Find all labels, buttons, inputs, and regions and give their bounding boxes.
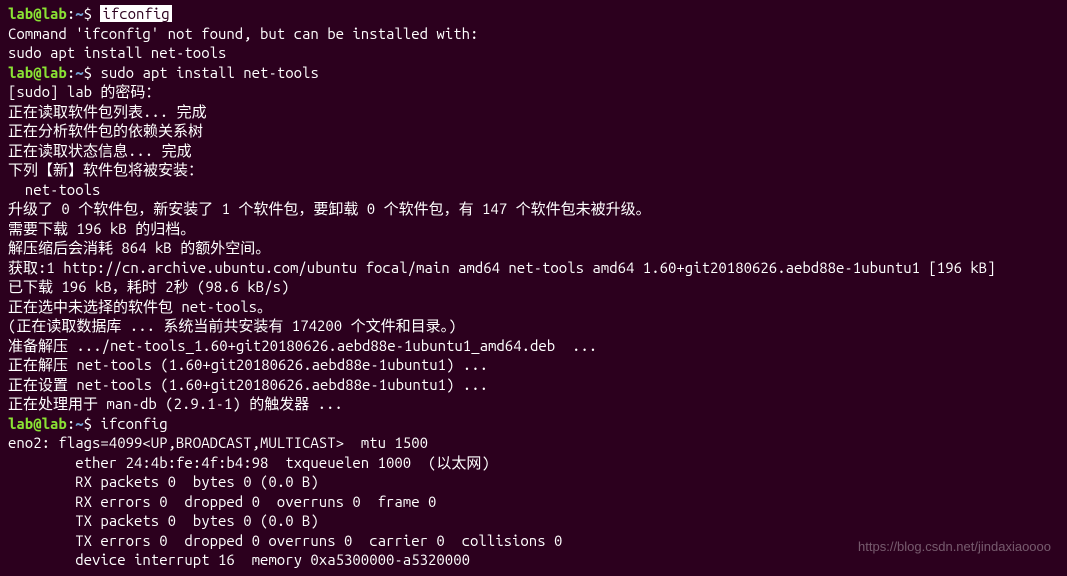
- prompt-dollar: $: [84, 64, 101, 81]
- output-line: 正在选中未选择的软件包 net-tools。: [8, 297, 1059, 317]
- output-line: 正在处理用于 man-db (2.9.1-1) 的触发器 ...: [8, 394, 1059, 414]
- output-line: 获取:1 http://cn.archive.ubuntu.com/ubuntu…: [8, 258, 1059, 278]
- prompt-path: ~: [75, 415, 83, 432]
- ifconfig-line: RX packets 0 bytes 0 (0.0 B): [8, 472, 1059, 492]
- output-line: 正在读取状态信息... 完成: [8, 141, 1059, 161]
- prompt-line-2: lab@lab:~$ sudo apt install net-tools: [8, 63, 1059, 83]
- prompt-sep: :: [67, 64, 75, 81]
- prompt-path: ~: [75, 64, 83, 81]
- prompt-user: lab@lab: [8, 5, 67, 22]
- output-line: 准备解压 .../net-tools_1.60+git20180626.aebd…: [8, 336, 1059, 356]
- prompt-dollar: $: [84, 415, 101, 432]
- ifconfig-line: eno2: flags=4099<UP,BROADCAST,MULTICAST>…: [8, 433, 1059, 453]
- output-line: 正在读取软件包列表... 完成: [8, 102, 1059, 122]
- output-line: 升级了 0 个软件包，新安装了 1 个软件包，要卸载 0 个软件包，有 147 …: [8, 199, 1059, 219]
- ifconfig-line: TX packets 0 bytes 0 (0.0 B): [8, 511, 1059, 531]
- output-line: 正在解压 net-tools (1.60+git20180626.aebd88e…: [8, 355, 1059, 375]
- output-line: [sudo] lab 的密码：: [8, 82, 1059, 102]
- output-line: 正在设置 net-tools (1.60+git20180626.aebd88e…: [8, 375, 1059, 395]
- watermark-text: https://blog.csdn.net/jindaxiaoooo: [858, 539, 1051, 556]
- output-line: 需要下载 196 kB 的归档。: [8, 219, 1059, 239]
- ifconfig-line: ether 24:4b:fe:4f:b4:98 txqueuelen 1000 …: [8, 453, 1059, 473]
- output-line: 下列【新】软件包将被安装：: [8, 160, 1059, 180]
- prompt-path: ~: [75, 5, 83, 22]
- command-text: ifconfig: [100, 415, 167, 432]
- output-line: sudo apt install net-tools: [8, 43, 1059, 63]
- prompt-user: lab@lab: [8, 415, 67, 432]
- output-line: net-tools: [8, 180, 1059, 200]
- output-line: 正在分析软件包的依赖关系树: [8, 121, 1059, 141]
- prompt-line-3: lab@lab:~$ ifconfig: [8, 414, 1059, 434]
- output-line: 解压缩后会消耗 864 kB 的额外空间。: [8, 238, 1059, 258]
- prompt-dollar: $: [84, 5, 101, 22]
- command-highlighted: ifconfig: [100, 5, 171, 22]
- prompt-sep: :: [67, 415, 75, 432]
- output-line: Command 'ifconfig' not found, but can be…: [8, 24, 1059, 44]
- prompt-sep: :: [67, 5, 75, 22]
- prompt-line-1: lab@lab:~$ ifconfig: [8, 4, 1059, 24]
- output-line: (正在读取数据库 ... 系统当前共安装有 174200 个文件和目录。): [8, 316, 1059, 336]
- output-line: 已下载 196 kB，耗时 2秒 (98.6 kB/s): [8, 277, 1059, 297]
- terminal-output[interactable]: lab@lab:~$ ifconfig Command 'ifconfig' n…: [8, 4, 1059, 570]
- ifconfig-line: RX errors 0 dropped 0 overruns 0 frame 0: [8, 492, 1059, 512]
- command-text: sudo apt install net-tools: [100, 64, 318, 81]
- prompt-user: lab@lab: [8, 64, 67, 81]
